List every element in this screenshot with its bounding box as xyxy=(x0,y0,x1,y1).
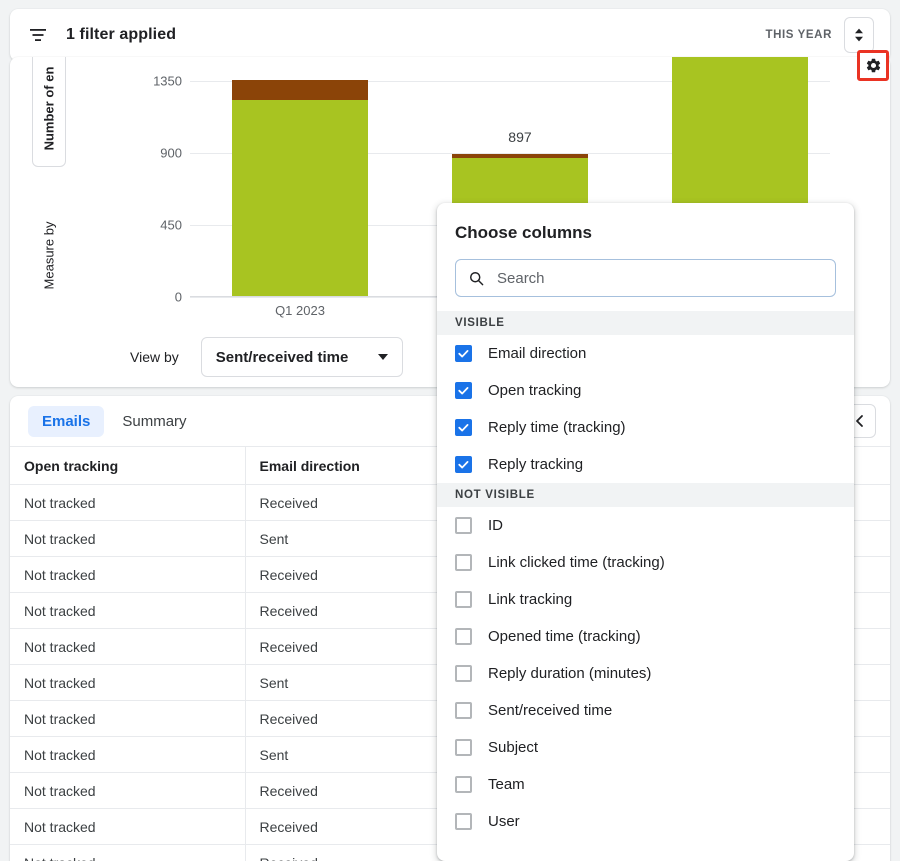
choose-columns-popup: Choose columns VISIBLE Email direction Op… xyxy=(437,203,854,861)
tab-emails[interactable]: Emails xyxy=(28,406,104,437)
visible-column-option[interactable]: Reply time (tracking) xyxy=(437,409,854,446)
section-header-visible: VISIBLE xyxy=(437,311,854,335)
table-cell: Not tracked xyxy=(10,665,245,701)
y-axis-tick-label: 450 xyxy=(160,218,182,233)
chevron-up-down-icon xyxy=(852,25,866,45)
not-visible-column-option[interactable]: Link clicked time (tracking) xyxy=(437,544,854,581)
checkbox-unchecked-icon[interactable] xyxy=(455,665,472,682)
table-cell: Not tracked xyxy=(10,593,245,629)
view-by-dropdown[interactable]: Sent/received time xyxy=(201,337,403,377)
column-option-label: Open tracking xyxy=(488,382,581,399)
not-visible-column-option[interactable]: Opened time (tracking) xyxy=(437,618,854,655)
column-header[interactable]: Open tracking xyxy=(10,447,245,485)
x-axis-tick-label: Q1 2023 xyxy=(275,303,325,318)
bar-group[interactable] xyxy=(232,57,368,297)
column-option-label: Reply duration (minutes) xyxy=(488,665,651,682)
checkbox-checked-icon[interactable] xyxy=(455,419,472,436)
visible-columns-list: Email direction Open tracking Reply time (… xyxy=(437,335,854,483)
period-stepper[interactable] xyxy=(844,17,874,53)
not-visible-column-option[interactable]: Team xyxy=(437,766,854,803)
popup-title: Choose columns xyxy=(455,223,836,243)
checkbox-unchecked-icon[interactable] xyxy=(455,739,472,756)
checkbox-unchecked-icon[interactable] xyxy=(455,591,472,608)
checkbox-unchecked-icon[interactable] xyxy=(455,628,472,645)
search-icon xyxy=(468,270,485,287)
y-axis-title: Number of en xyxy=(42,66,57,150)
column-option-label: Reply time (tracking) xyxy=(488,419,626,436)
bar-segment[interactable] xyxy=(232,80,368,100)
table-cell: Not tracked xyxy=(10,809,245,845)
gear-icon xyxy=(865,57,882,74)
column-option-label: Sent/received time xyxy=(488,702,612,719)
column-option-label: Reply tracking xyxy=(488,456,583,473)
app-root: 1 filter applied THIS YEAR Number of en … xyxy=(0,0,900,861)
filter-lines-icon[interactable] xyxy=(26,23,50,47)
column-option-label: ID xyxy=(488,517,503,534)
measure-by-label-wrap: Measure by xyxy=(34,200,64,310)
filter-bar: 1 filter applied THIS YEAR xyxy=(10,9,890,61)
bar-segment[interactable] xyxy=(452,154,588,159)
not-visible-column-option[interactable]: Reply duration (minutes) xyxy=(437,655,854,692)
filter-status-text: 1 filter applied xyxy=(66,26,176,44)
checkbox-unchecked-icon[interactable] xyxy=(455,776,472,793)
y-axis-tick-label: 1350 xyxy=(153,74,182,89)
checkbox-unchecked-icon[interactable] xyxy=(455,702,472,719)
checkbox-checked-icon[interactable] xyxy=(455,456,472,473)
table-cell: Not tracked xyxy=(10,557,245,593)
popup-header: Choose columns xyxy=(437,203,854,311)
column-option-label: Link clicked time (tracking) xyxy=(488,554,665,571)
not-visible-columns-list: ID Link clicked time (tracking) Link track… xyxy=(437,507,854,840)
column-option-label: Link tracking xyxy=(488,591,572,608)
column-option-label: Subject xyxy=(488,739,538,756)
table-cell: Not tracked xyxy=(10,485,245,521)
table-cell: Not tracked xyxy=(10,701,245,737)
not-visible-column-option[interactable]: ID xyxy=(437,507,854,544)
view-by-label: View by xyxy=(130,349,179,365)
table-cell: Not tracked xyxy=(10,773,245,809)
table-cell: Not tracked xyxy=(10,521,245,557)
search-input[interactable] xyxy=(497,270,823,287)
table-cell: Not tracked xyxy=(10,845,245,861)
chevron-left-icon xyxy=(853,414,867,428)
column-option-label: Team xyxy=(488,776,525,793)
checkbox-unchecked-icon[interactable] xyxy=(455,813,472,830)
not-visible-column-option[interactable]: Subject xyxy=(437,729,854,766)
tab-summary[interactable]: Summary xyxy=(108,406,200,437)
not-visible-column-option[interactable]: Sent/received time xyxy=(437,692,854,729)
section-header-not-visible: NOT VISIBLE xyxy=(437,483,854,507)
table-cell: Not tracked xyxy=(10,737,245,773)
checkbox-unchecked-icon[interactable] xyxy=(455,554,472,571)
measure-by-label: Measure by xyxy=(42,221,57,289)
bar-value-label: 897 xyxy=(440,129,600,145)
checkbox-unchecked-icon[interactable] xyxy=(455,517,472,534)
table-cell: Not tracked xyxy=(10,629,245,665)
period-label: THIS YEAR xyxy=(765,29,832,41)
view-by-row: View by Sent/received time xyxy=(130,337,403,377)
visible-column-option[interactable]: Email direction xyxy=(437,335,854,372)
y-axis-tick-label: 0 xyxy=(175,290,182,305)
not-visible-column-option[interactable]: Link tracking xyxy=(437,581,854,618)
y-axis-measure-chip[interactable]: Number of en xyxy=(32,57,66,167)
view-by-value: Sent/received time xyxy=(216,349,349,366)
choose-columns-gear-button[interactable] xyxy=(857,50,889,81)
visible-column-option[interactable]: Open tracking xyxy=(437,372,854,409)
checkbox-checked-icon[interactable] xyxy=(455,382,472,399)
y-axis-tick-label: 900 xyxy=(160,146,182,161)
search-box[interactable] xyxy=(455,259,836,297)
chevron-down-icon xyxy=(378,354,388,360)
column-option-label: User xyxy=(488,813,520,830)
column-option-label: Email direction xyxy=(488,345,586,362)
not-visible-column-option[interactable]: User xyxy=(437,803,854,840)
checkbox-checked-icon[interactable] xyxy=(455,345,472,362)
bar-segment[interactable] xyxy=(232,100,368,297)
column-option-label: Opened time (tracking) xyxy=(488,628,641,645)
visible-column-option[interactable]: Reply tracking xyxy=(437,446,854,483)
